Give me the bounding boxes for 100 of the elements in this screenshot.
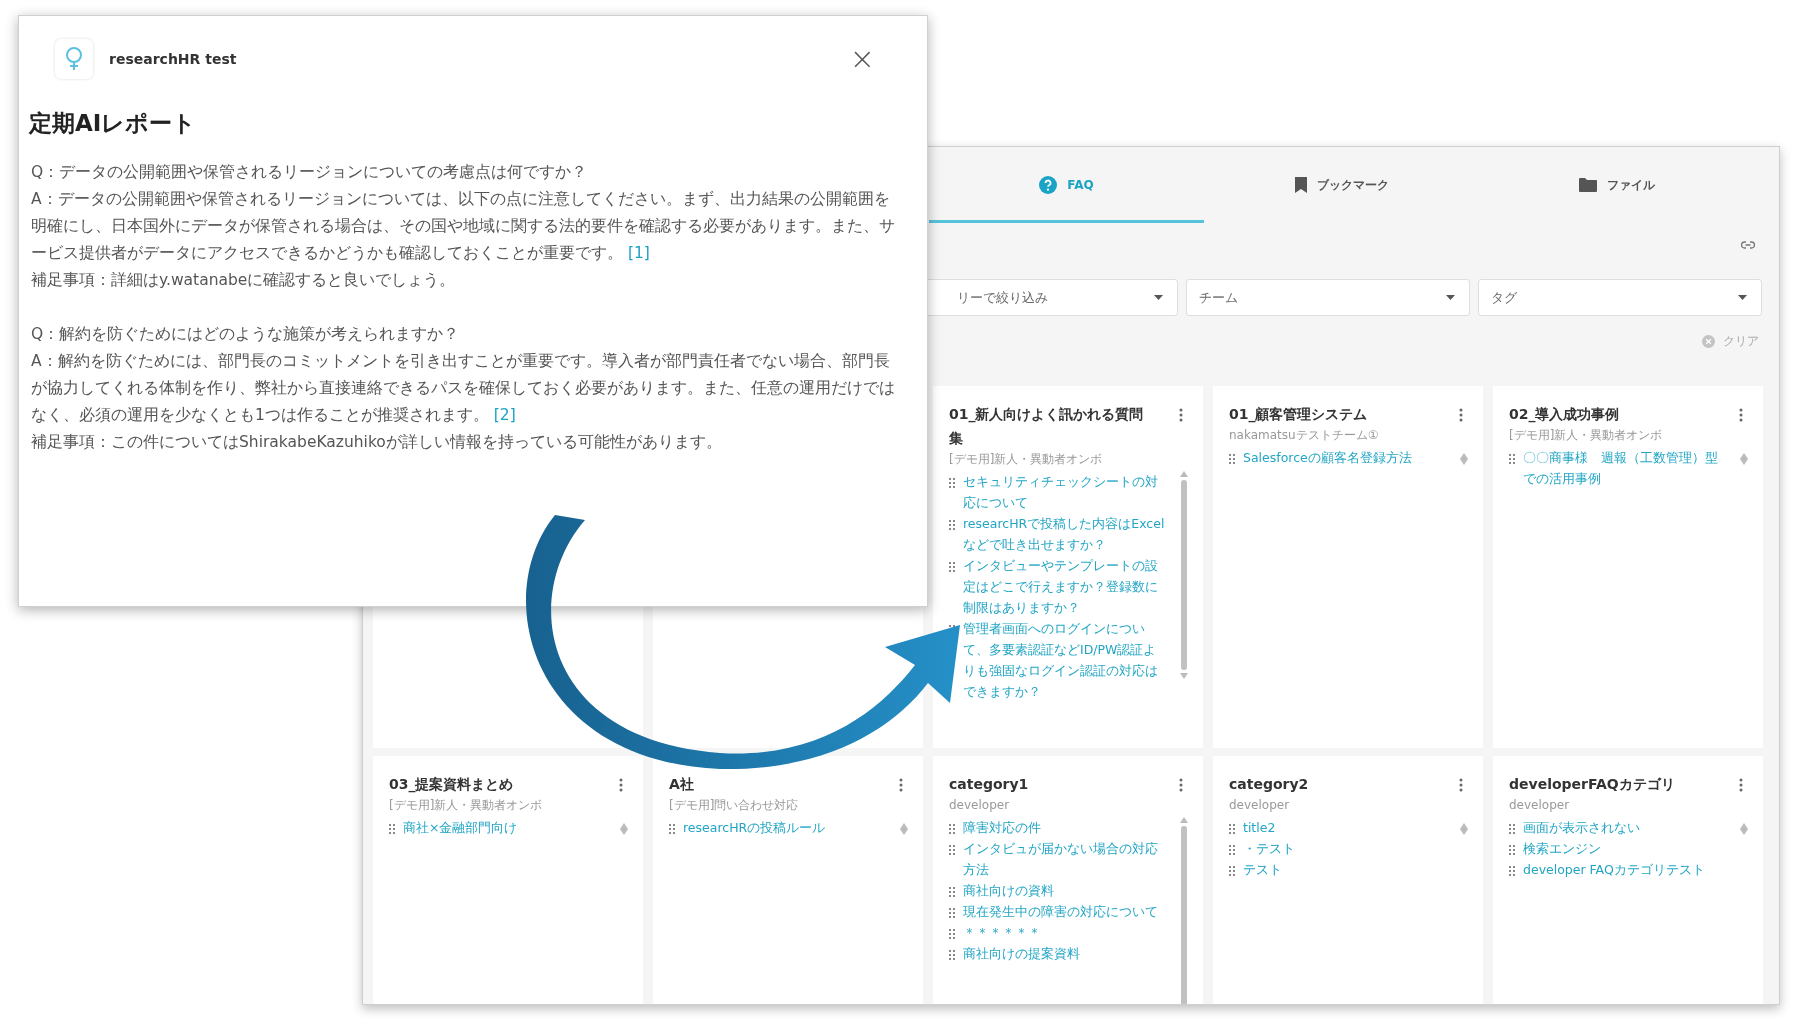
scroll-up-icon[interactable]: [1740, 823, 1748, 829]
card-title: 03_提案資料まとめ: [389, 775, 515, 795]
drag-handle-icon[interactable]: [1229, 866, 1235, 876]
drag-handle-icon[interactable]: [1509, 824, 1515, 834]
drag-handle-icon[interactable]: [1229, 824, 1235, 834]
drag-handle-icon[interactable]: [949, 562, 955, 572]
answer-text: A：解約を防ぐためには、部門長のコミットメントを引き出すことが重要です。導入者が部門責任者でない場合、部門長が協力してくれる体制を作り、弊社から直接連絡できるパスを確保しておく必要があります。また、任意の運用だけではなく、必須の運用を少なくとも1つは作ることが推奨されます。 [2]: [31, 350, 896, 426]
faq-link[interactable]: researcHRで投稿した内容はExcelなどで吐き出せますか？: [963, 513, 1167, 555]
dialog-title: 定期AIレポート: [29, 109, 198, 138]
drag-handle-icon[interactable]: [949, 520, 955, 530]
card-title: 02_導入成功事例: [1509, 405, 1621, 425]
faq-link[interactable]: ＊＊＊＊＊＊: [963, 922, 1041, 943]
faq-link[interactable]: 障害対応の件: [963, 817, 1041, 838]
scroll-down-icon[interactable]: [1180, 673, 1188, 679]
scroll-down-icon[interactable]: [1740, 829, 1748, 835]
scroll-up-icon[interactable]: [1460, 453, 1468, 459]
faq-link[interactable]: ・テスト: [1243, 838, 1295, 859]
more-menu-icon[interactable]: [1459, 408, 1463, 422]
close-button[interactable]: ×: [849, 44, 875, 74]
scroll-up-icon[interactable]: [1180, 471, 1188, 477]
team-label: developer: [1229, 797, 1291, 813]
scroll-down-icon[interactable]: [1460, 829, 1468, 835]
drag-handle-icon[interactable]: [949, 824, 955, 834]
reference-link[interactable]: [1]: [627, 243, 650, 262]
link-icon[interactable]: [1741, 241, 1755, 249]
question-text: Q：解約を防ぐためにはどのような施策が考えられますか？: [31, 323, 461, 345]
scroll-up-icon[interactable]: [1180, 817, 1188, 823]
faq-link[interactable]: developer FAQカテゴリテスト: [1523, 859, 1705, 880]
faq-link[interactable]: 管理者画面へのログインについて、多要素認証などID/PW認証よりも強固なログイン認証の対応はできますか？: [963, 618, 1167, 702]
scrollbar-thumb[interactable]: [1181, 826, 1187, 1004]
faq-link[interactable]: 商社×金融部門向け: [403, 817, 518, 838]
more-menu-icon[interactable]: [1459, 778, 1463, 792]
more-menu-icon[interactable]: [899, 778, 903, 792]
team-label: developer: [949, 797, 1011, 813]
faq-link[interactable]: 商社向けの提案資料: [963, 943, 1080, 964]
card-title: A社: [669, 775, 695, 794]
team-label: [デモ用]新人・異動者オンボ: [1509, 427, 1664, 443]
drag-handle-icon[interactable]: [1229, 454, 1235, 464]
faq-link[interactable]: 検索エンジン: [1523, 838, 1601, 859]
folder-icon: [1578, 178, 1597, 192]
answer-text: A：データの公開範囲や保管されるリージョンについては、以下の点に注意してください。まず、出力結果の公開範囲を明確にし、日本国外にデータが保管される場合は、その国や地域に関する法的要件を確認する必要があります。また、サービス提供者がデータにアクセスできるかどうかも確認しておくことが重要です。 [1]: [31, 188, 896, 264]
scroll-up-icon[interactable]: [620, 823, 628, 829]
drag-handle-icon[interactable]: [949, 950, 955, 960]
question-text: Q：データの公開範囲や保管されるリージョンについての考慮点は何ですか？: [31, 161, 589, 183]
faq-link[interactable]: 画面が表示されない: [1523, 817, 1640, 838]
app-name: researchHR test: [109, 49, 237, 69]
drag-handle-icon[interactable]: [1509, 454, 1515, 464]
faq-link[interactable]: インタビュが届かない場合の対応方法: [963, 838, 1167, 880]
card-title: 01_顧客管理システム: [1229, 405, 1369, 425]
scroll-down-icon[interactable]: [1740, 459, 1748, 465]
drag-handle-icon[interactable]: [1509, 866, 1515, 876]
more-menu-icon[interactable]: [1179, 408, 1183, 422]
reference-link[interactable]: [2]: [493, 405, 516, 424]
card-title: developerFAQカテゴリ: [1509, 775, 1676, 794]
filter-dropdown[interactable]: タグ: [1478, 279, 1762, 316]
caret-icon: [1738, 295, 1747, 300]
bookmark-icon: [1294, 177, 1307, 193]
caret-icon: [1154, 295, 1163, 300]
faq-link[interactable]: 〇〇商事様 週報（工数管理）型での活用事例: [1523, 447, 1727, 489]
scroll-down-icon[interactable]: [1460, 459, 1468, 465]
team-label: [デモ用]新人・異動者オンボ: [389, 797, 544, 813]
drag-handle-icon[interactable]: [949, 929, 955, 939]
filter-dropdown[interactable]: チーム: [1186, 279, 1470, 316]
drag-handle-icon[interactable]: [669, 824, 675, 834]
drag-handle-icon[interactable]: [949, 845, 955, 855]
drag-handle-icon[interactable]: [389, 824, 395, 834]
card-title: 01_新人向けよく訊かれる質問集: [949, 405, 1145, 448]
clear-link[interactable]: クリア: [1723, 332, 1759, 350]
scroll-up-icon[interactable]: [1460, 823, 1468, 829]
drag-handle-icon[interactable]: [1229, 845, 1235, 855]
more-menu-icon[interactable]: [1739, 778, 1743, 792]
caret-icon: [1446, 295, 1455, 300]
tab[interactable]: ブックマーク: [1204, 147, 1479, 223]
note-text: 補足事項：この件についてはShirakabeKazuhikoが詳しい情報を持っている可能性があります。: [31, 431, 723, 453]
faq-link[interactable]: researcHRの投稿ルール: [683, 817, 826, 838]
drag-handle-icon[interactable]: [1509, 845, 1515, 855]
scroll-up-icon[interactable]: [1740, 453, 1748, 459]
more-menu-icon[interactable]: [619, 778, 623, 792]
drag-handle-icon[interactable]: [949, 887, 955, 897]
note-text: 補足事項：詳細はy.watanabeに確認すると良いでしょう。: [31, 269, 457, 291]
drag-handle-icon[interactable]: [949, 478, 955, 488]
faq-link[interactable]: Salesforceの顧客名登録方法: [1243, 447, 1412, 468]
more-menu-icon[interactable]: [1179, 778, 1183, 792]
scroll-up-icon[interactable]: [900, 823, 908, 829]
drag-handle-icon[interactable]: [949, 908, 955, 918]
team-label: developer: [1509, 797, 1571, 813]
faq-link[interactable]: 商社向けの資料: [963, 880, 1054, 901]
scroll-down-icon[interactable]: [620, 829, 628, 835]
card-title: category1: [949, 775, 1030, 794]
faq-link[interactable]: テスト: [1243, 859, 1282, 880]
scrollbar-thumb[interactable]: [1181, 480, 1187, 670]
more-menu-icon[interactable]: [1739, 408, 1743, 422]
faq-link[interactable]: title2: [1243, 817, 1276, 838]
tab[interactable]: ファイル: [1479, 147, 1754, 223]
scroll-down-icon[interactable]: [900, 829, 908, 835]
team-label: [デモ用]問い合わせ対応: [669, 797, 800, 813]
team-label: nakamatsuテストチーム①: [1229, 427, 1380, 443]
faq-link[interactable]: 現在発生中の障害の対応について: [963, 901, 1158, 922]
card-title: category2: [1229, 775, 1310, 794]
faq-link[interactable]: インタビューやテンプレートの設定はどこで行えますか？登録数に制限はありますか？: [963, 555, 1167, 618]
